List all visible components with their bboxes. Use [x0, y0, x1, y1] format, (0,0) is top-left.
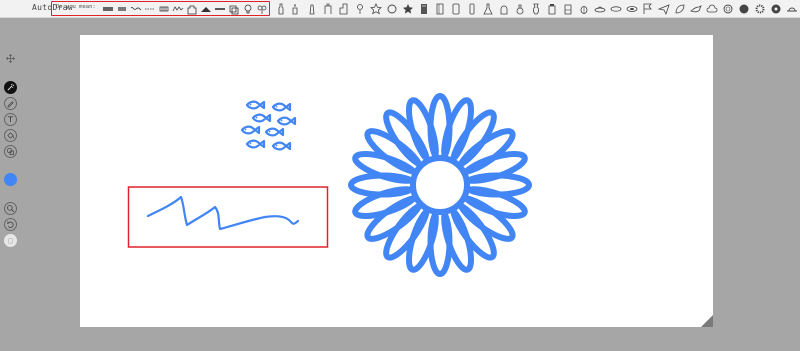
move-tool-icon[interactable]: [4, 52, 17, 65]
drawing-canvas[interactable]: [80, 35, 713, 327]
draw-tool-icon[interactable]: [4, 97, 17, 110]
record-icon[interactable]: [769, 2, 783, 15]
mountain-icon[interactable]: [199, 2, 213, 15]
canvas-resize-handle[interactable]: [701, 315, 713, 327]
top-toolbar: AutoDraw Do you mean:: [0, 0, 800, 18]
dash-line-icon[interactable]: [143, 2, 157, 15]
tower-icon[interactable]: [321, 2, 335, 15]
zoom-icon[interactable]: [4, 202, 17, 215]
leaf-icon[interactable]: [673, 2, 687, 15]
stripes-icon[interactable]: [115, 2, 129, 15]
fish-school-drawing[interactable]: [240, 100, 297, 151]
selection-box: [127, 186, 329, 248]
zigzag-icon[interactable]: [171, 2, 185, 15]
bug-icon[interactable]: [577, 2, 591, 15]
pin-icon[interactable]: [353, 2, 367, 15]
type-tool-icon[interactable]: [4, 113, 17, 126]
fill-tool-icon[interactable]: [4, 129, 17, 142]
gear-icon[interactable]: [753, 2, 767, 15]
bell-jar-icon[interactable]: [497, 2, 511, 15]
shape-tool-icon[interactable]: [4, 145, 17, 158]
plane-icon[interactable]: [657, 2, 671, 15]
undo-icon[interactable]: [4, 218, 17, 231]
bush-icon[interactable]: [255, 2, 269, 15]
ring-icon[interactable]: [721, 2, 735, 15]
suggestion-prompt: Do you mean:: [56, 4, 96, 10]
tablet-icon[interactable]: [449, 2, 463, 15]
cloud-icon[interactable]: [705, 2, 719, 15]
color-swatch[interactable]: [4, 173, 17, 186]
cube-icon[interactable]: [227, 2, 241, 15]
bottle-icon[interactable]: [274, 2, 288, 15]
bird-icon[interactable]: [689, 2, 703, 15]
flower-drawing[interactable]: [351, 96, 529, 274]
hat-icon[interactable]: [785, 2, 799, 15]
phone-icon[interactable]: [465, 2, 479, 15]
potion-icon[interactable]: [513, 2, 527, 15]
delete-icon[interactable]: [4, 234, 17, 247]
cookie-icon[interactable]: [737, 2, 751, 15]
long-bar-icon[interactable]: [213, 2, 227, 15]
disc-icon[interactable]: [625, 2, 639, 15]
freehand-scribble[interactable]: [146, 195, 300, 231]
autodraw-tool-icon[interactable]: [4, 81, 17, 94]
wide-stripes-icon[interactable]: [101, 2, 115, 15]
star-outline-icon[interactable]: [369, 2, 383, 15]
vase-icon[interactable]: [529, 2, 543, 15]
beaker-icon[interactable]: [561, 2, 575, 15]
flag-icon[interactable]: [641, 2, 655, 15]
castle-icon[interactable]: [185, 2, 199, 15]
lightbulb-icon[interactable]: [241, 2, 255, 15]
lighthouse-icon[interactable]: [305, 2, 319, 15]
saucer-icon[interactable]: [609, 2, 623, 15]
jar-icon[interactable]: [545, 2, 559, 15]
book-icon[interactable]: [417, 2, 431, 15]
candle-icon[interactable]: [288, 2, 302, 15]
star-icon[interactable]: [401, 2, 415, 15]
flask-icon[interactable]: [481, 2, 495, 15]
circle-outline-icon[interactable]: [385, 2, 399, 15]
squiggle-icon[interactable]: [129, 2, 143, 15]
grille-icon[interactable]: [157, 2, 171, 15]
skyscraper-icon[interactable]: [337, 2, 351, 15]
ufo-icon[interactable]: [593, 2, 607, 15]
notebook-icon[interactable]: [433, 2, 447, 15]
